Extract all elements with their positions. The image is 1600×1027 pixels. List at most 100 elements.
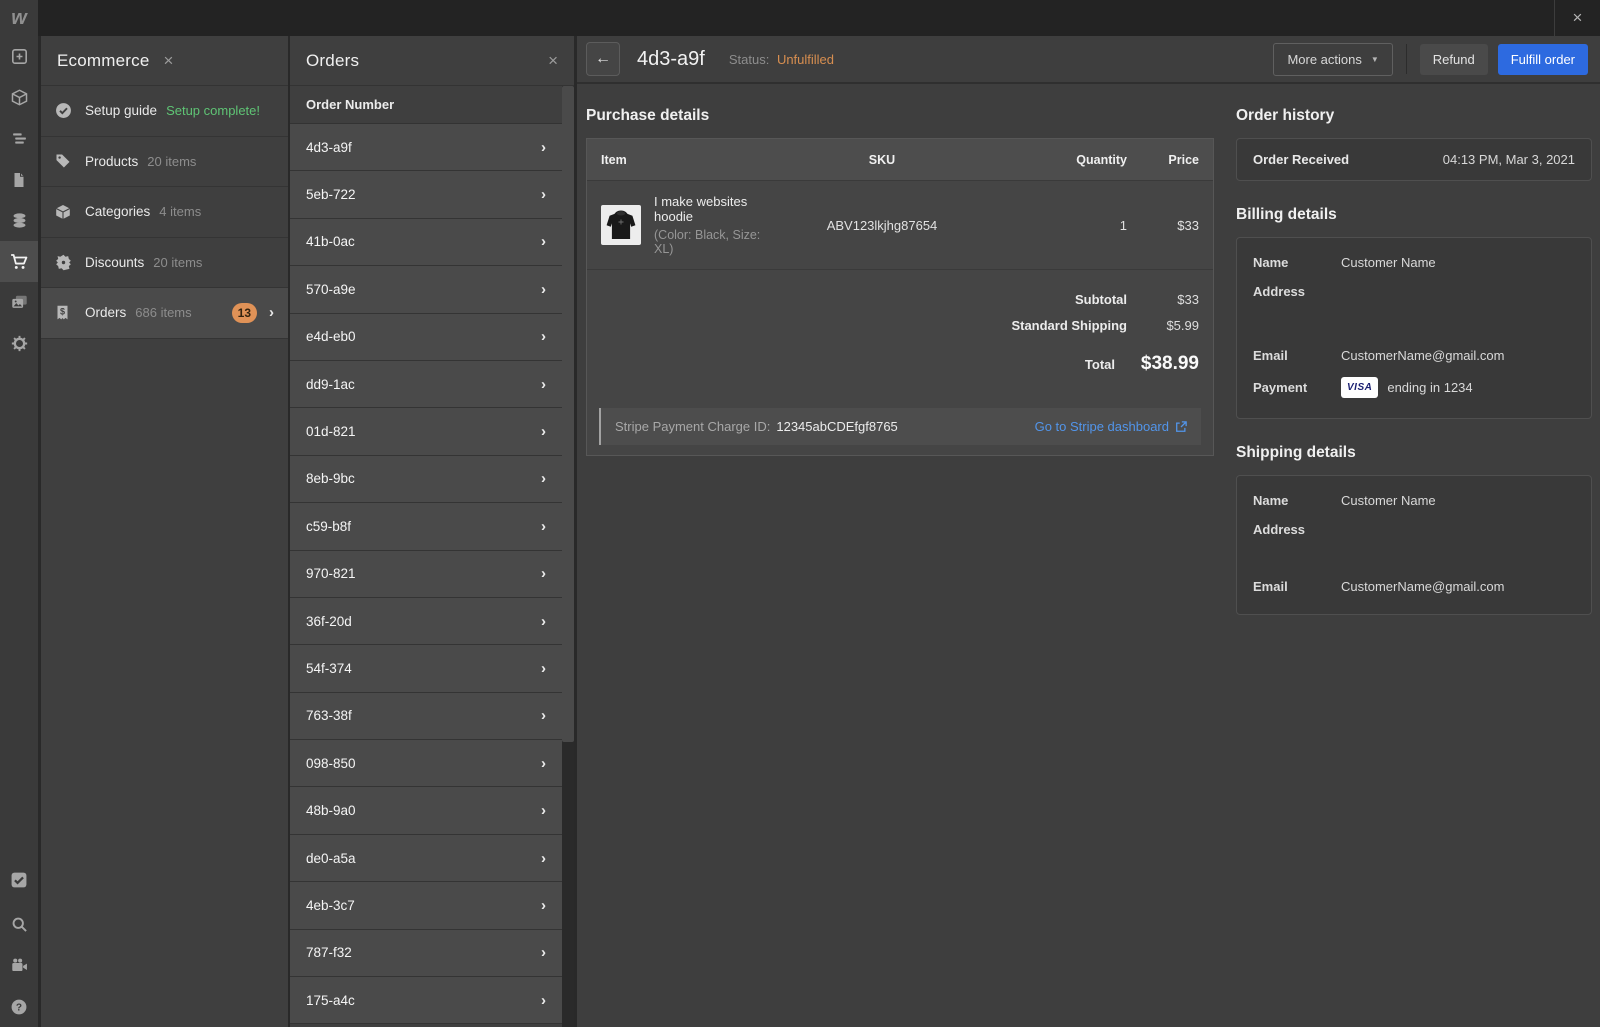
order-row[interactable]: 5eb-722 › (290, 171, 562, 218)
order-row[interactable]: de0-a5a › (290, 835, 562, 882)
receipt-dollar-icon: $ (55, 305, 72, 321)
order-row[interactable]: 4d3-a9f › (290, 124, 562, 171)
orders-scrollbar-thumb[interactable] (562, 86, 574, 742)
item-sku: ABV123lkjhg87654 (767, 218, 997, 233)
publish-status-button[interactable] (0, 863, 38, 904)
orders-scrollbar[interactable] (562, 86, 574, 1027)
images-icon (11, 294, 28, 311)
stripe-charge-id: 12345abCDEfgf8765 (776, 419, 897, 434)
order-row[interactable]: 8eb-9bc › (290, 456, 562, 503)
fulfill-order-button[interactable]: Fulfill order (1498, 44, 1588, 75)
chevron-right-icon: › (541, 281, 546, 298)
chevron-right-icon: › (541, 518, 546, 535)
video-camera-icon (11, 957, 28, 974)
sidebar-item-discounts[interactable]: Discounts 20 items (41, 238, 288, 289)
sidebar-item-setup-guide[interactable]: Setup guide Setup complete! (41, 86, 288, 137)
order-row[interactable]: 01d-821 › (290, 408, 562, 455)
video-tutorials-button[interactable] (0, 945, 38, 986)
close-window-button[interactable]: × (1554, 0, 1600, 36)
components-button[interactable] (0, 77, 38, 118)
purchase-details-section: Purchase details Item SKU Quantity Price (586, 86, 1214, 456)
sidebar-item-orders[interactable]: $ Orders 686 items 13 › (41, 288, 288, 339)
ecommerce-button[interactable] (0, 241, 38, 282)
assets-button[interactable] (0, 282, 38, 323)
order-row[interactable]: 36f-20d › (290, 598, 562, 645)
order-row[interactable]: 970-821 › (290, 551, 562, 598)
more-actions-button[interactable]: More actions ▼ (1273, 43, 1392, 76)
order-row[interactable]: 787-f32 › (290, 930, 562, 977)
shopping-cart-icon (10, 253, 28, 271)
chevron-right-icon: › (541, 944, 546, 961)
add-elements-button[interactable] (0, 36, 38, 77)
refund-button[interactable]: Refund (1420, 44, 1488, 75)
status-label: Status: (729, 52, 769, 67)
search-button[interactable] (0, 904, 38, 945)
close-ecommerce-panel-icon[interactable]: × (164, 51, 174, 71)
caret-down-icon: ▼ (1371, 55, 1379, 64)
orders-panel-header: Orders × (290, 36, 574, 86)
more-actions-label: More actions (1287, 52, 1361, 67)
help-button[interactable]: ? (0, 986, 38, 1027)
order-number: 763-38f (306, 708, 352, 723)
check-circle-icon (55, 102, 72, 119)
external-link-icon (1175, 421, 1187, 433)
order-row[interactable]: 570-a9e › (290, 266, 562, 313)
orders-list-region: Order Number 4d3-a9f › 5eb-722 › 41b-0ac… (290, 86, 562, 1024)
shipping-address-label: Address (1253, 522, 1341, 537)
close-orders-panel-icon[interactable]: × (548, 51, 558, 71)
chevron-right-icon: › (541, 470, 546, 487)
webflow-logo[interactable]: w (0, 0, 38, 36)
setup-complete-status: Setup complete! (166, 103, 260, 118)
order-row[interactable]: c59-b8f › (290, 503, 562, 550)
navigator-button[interactable] (0, 118, 38, 159)
settings-button[interactable] (0, 323, 38, 364)
order-number: 570-a9e (306, 282, 356, 297)
sidebar-item-products[interactable]: Products 20 items (41, 137, 288, 188)
discount-seal-icon (55, 254, 72, 271)
col-quantity: Quantity (997, 153, 1127, 167)
order-number: e4d-eb0 (306, 329, 356, 344)
order-number: 8eb-9bc (306, 471, 355, 486)
order-detail-body: Purchase details Item SKU Quantity Price (577, 86, 1600, 1027)
purchase-table: Item SKU Quantity Price I make websites … (586, 138, 1214, 456)
order-number: 5eb-722 (306, 187, 356, 202)
billing-email-value: CustomerName@gmail.com (1341, 348, 1504, 363)
order-row[interactable]: e4d-eb0 › (290, 314, 562, 361)
shipping-name-label: Name (1253, 493, 1341, 508)
top-bar-spacer (38, 0, 1554, 36)
order-row[interactable]: dd9-1ac › (290, 361, 562, 408)
order-row[interactable]: 763-38f › (290, 693, 562, 740)
back-button[interactable]: ← (586, 42, 620, 76)
pages-button[interactable] (0, 159, 38, 200)
orders-badge: 13 (232, 303, 257, 323)
order-row[interactable]: 54f-374 › (290, 645, 562, 692)
subtotal-row: Subtotal $33 (601, 292, 1199, 307)
billing-payment-row: Payment VISA ending in 1234 (1253, 377, 1575, 398)
order-row[interactable]: 4eb-3c7 › (290, 882, 562, 929)
order-row[interactable]: 175-a4c › (290, 977, 562, 1024)
visa-card-badge: VISA (1341, 377, 1378, 398)
chevron-right-icon: › (541, 802, 546, 819)
discounts-label: Discounts (85, 255, 144, 270)
cube-icon (11, 89, 28, 106)
billing-details-heading: Billing details (1236, 206, 1592, 224)
col-sku: SKU (767, 153, 997, 167)
cms-collections-button[interactable] (0, 200, 38, 241)
sidebar-item-categories[interactable]: Categories 4 items (41, 187, 288, 238)
order-title: 4d3-a9f (637, 48, 705, 71)
tag-icon (55, 153, 72, 169)
order-number: 175-a4c (306, 993, 355, 1008)
order-row[interactable]: 48b-9a0 › (290, 787, 562, 834)
chevron-right-icon: › (541, 139, 546, 156)
billing-email-label: Email (1253, 348, 1341, 363)
order-row[interactable]: 41b-0ac › (290, 219, 562, 266)
orders-list: 4d3-a9f › 5eb-722 › 41b-0ac › 570-a9e › … (290, 124, 562, 1024)
stripe-dashboard-link[interactable]: Go to Stripe dashboard (1035, 419, 1187, 434)
order-sidebar: Order history Order Received 04:13 PM, M… (1236, 86, 1592, 615)
shipping-details-heading: Shipping details (1236, 444, 1592, 462)
stripe-charge-label: Stripe Payment Charge ID: (615, 419, 770, 434)
chevron-right-icon: › (541, 613, 546, 630)
order-row[interactable]: 098-850 › (290, 740, 562, 787)
products-label: Products (85, 154, 138, 169)
chevron-right-icon: › (541, 565, 546, 582)
